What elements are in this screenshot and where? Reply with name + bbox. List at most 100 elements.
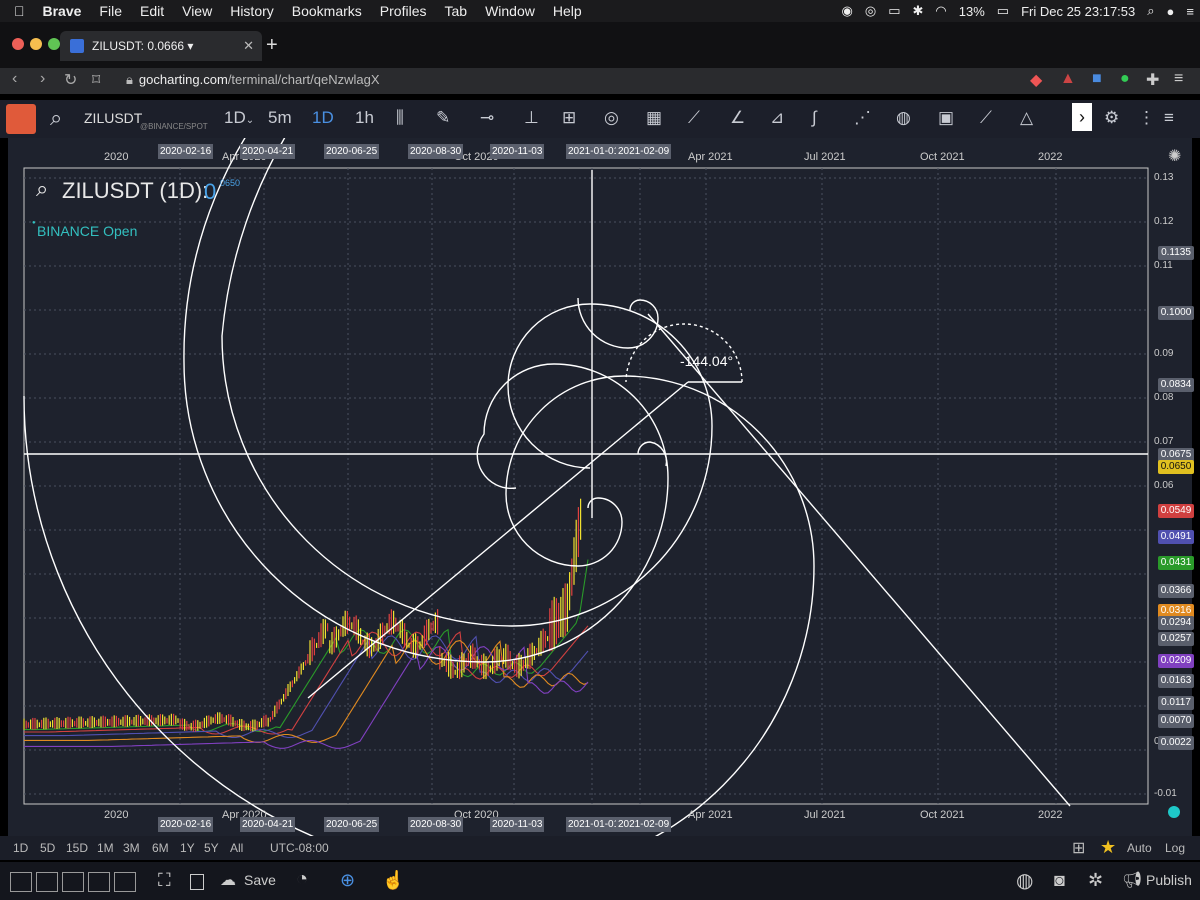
back-icon[interactable]: ‹ xyxy=(12,70,17,88)
interval-5m-button[interactable]: 5m xyxy=(268,108,292,128)
save-button[interactable]: Save xyxy=(244,872,276,888)
fullscreen-icon[interactable]: ⛶ xyxy=(158,870,171,891)
range-3m[interactable]: 3M xyxy=(123,841,140,855)
log-scale-toggle[interactable]: Log xyxy=(1165,841,1185,855)
user-icon[interactable]: ● xyxy=(1167,4,1175,19)
browser-menu-icon[interactable]: ≡ xyxy=(1174,70,1183,88)
megaphone-icon[interactable]: 📢︎ xyxy=(1122,870,1142,890)
price-chart[interactable] xyxy=(8,0,1192,877)
menu-edit[interactable]: Edit xyxy=(140,3,164,19)
menu-icon[interactable]: ≡ xyxy=(1164,108,1174,128)
pen-icon[interactable]: ✎ xyxy=(436,108,450,128)
range-1m[interactable]: 1M xyxy=(97,841,114,855)
layout-single-icon[interactable] xyxy=(10,872,32,892)
forward-icon[interactable]: › xyxy=(40,70,45,88)
extensions-puzzle-icon[interactable]: ✚ xyxy=(1146,70,1159,90)
menu-window[interactable]: Window xyxy=(485,3,535,19)
range-1d[interactable]: 1D xyxy=(13,841,28,855)
cloud-icon[interactable]: ☁ xyxy=(220,870,236,890)
range-all[interactable]: All xyxy=(230,841,243,855)
search-icon[interactable]: ⌕ xyxy=(1147,3,1154,19)
angle-icon[interactable]: ∠ xyxy=(730,108,745,128)
zoom-icon[interactable]: ⌕ xyxy=(36,176,48,202)
symbol-input[interactable]: ZILUSDT xyxy=(84,110,142,126)
ray-icon[interactable]: ⟋ xyxy=(980,108,992,128)
layout-split-icon[interactable] xyxy=(36,872,58,892)
grid-toggle-icon[interactable]: ⊞ xyxy=(1072,838,1085,858)
new-tab-icon[interactable]: + xyxy=(266,34,278,57)
add-panel-icon[interactable]: ⊕ xyxy=(340,870,355,891)
bookmark-icon[interactable]: ⌑ xyxy=(92,70,100,90)
brave-shield-icon[interactable]: ◆ xyxy=(1030,70,1042,90)
interval-1d-button[interactable]: 1D xyxy=(312,108,334,128)
clock[interactable]: Fri Dec 25 23:17:53 xyxy=(1021,4,1135,19)
menu-tab[interactable]: Tab xyxy=(444,3,467,19)
favorite-star-icon[interactable]: ★ xyxy=(1100,837,1116,858)
menu-app-name[interactable]: Brave xyxy=(43,3,82,19)
chart-settings-icon[interactable]: ✺ xyxy=(1168,146,1181,166)
fib-spiral-icon[interactable]: ◎ xyxy=(604,108,619,128)
extension-icon[interactable]: ● xyxy=(1120,70,1130,88)
layout-rows-icon[interactable] xyxy=(88,872,110,892)
publish-button[interactable]: Publish xyxy=(1146,872,1192,888)
menu-file[interactable]: File xyxy=(99,3,122,19)
range-6m[interactable]: 6M xyxy=(152,841,169,855)
menu-history[interactable]: History xyxy=(230,3,274,19)
image-icon[interactable]: ▣ xyxy=(938,108,954,128)
range-5d[interactable]: 5D xyxy=(40,841,55,855)
extension-icon[interactable]: ■ xyxy=(1092,70,1102,88)
battery-icon[interactable]: ▭ xyxy=(997,3,1009,19)
minimize-window-button[interactable] xyxy=(30,38,42,50)
close-window-button[interactable] xyxy=(12,38,24,50)
menu-bookmarks[interactable]: Bookmarks xyxy=(292,3,362,19)
layout-quad-icon[interactable] xyxy=(114,872,136,892)
interval-dropdown[interactable]: 1D⌄ xyxy=(224,108,254,128)
menu-profiles[interactable]: Profiles xyxy=(380,3,427,19)
support-icon[interactable]: ◍ xyxy=(1016,868,1033,893)
gann-fan-icon[interactable]: ⋰ xyxy=(854,108,871,128)
curve-icon[interactable]: ∫ xyxy=(812,108,817,128)
brave-rewards-icon[interactable]: ▲ xyxy=(1060,70,1076,88)
bluetooth-icon[interactable]: ✱ xyxy=(913,3,924,19)
more-vertical-icon[interactable]: ⋮ xyxy=(1138,108,1155,128)
address-bar[interactable]: 🔒︎ gocharting.com/terminal/chart/qeNzwlag… xyxy=(126,72,380,88)
status-icon[interactable]: ◎ xyxy=(865,3,876,19)
close-tab-icon[interactable]: ✕ xyxy=(243,38,254,54)
trend-line-icon[interactable]: ⟋ xyxy=(688,108,700,128)
triangle-icon[interactable]: △ xyxy=(1020,108,1033,128)
alert-icon[interactable]: ◔ xyxy=(296,868,308,891)
range-1y[interactable]: 1Y xyxy=(180,841,195,855)
discord-icon[interactable]: ◙ xyxy=(1054,870,1065,891)
fan-icon[interactable]: ⊿ xyxy=(770,108,784,128)
menu-view[interactable]: View xyxy=(182,3,212,19)
horizontal-line-icon[interactable]: ⊸ xyxy=(480,108,494,128)
pattern-icon[interactable]: ▦ xyxy=(646,108,662,128)
grid-icon[interactable]: ⊞ xyxy=(562,108,576,128)
hand-icon[interactable]: ☝ xyxy=(382,870,404,891)
fib-circle-icon[interactable]: ◍ xyxy=(896,108,911,128)
menu-help[interactable]: Help xyxy=(553,3,582,19)
vertical-line-icon[interactable]: ⊥ xyxy=(524,108,539,128)
zoom-window-button[interactable] xyxy=(48,38,60,50)
layout-triple-icon[interactable] xyxy=(62,872,84,892)
wifi-icon[interactable]: ◠ xyxy=(935,3,946,19)
snapshot-icon[interactable] xyxy=(190,874,204,890)
control-center-icon[interactable]: ≡ xyxy=(1186,4,1194,19)
candlestick-icon[interactable]: ⫼ xyxy=(396,108,404,128)
gear-icon[interactable]: ⚙ xyxy=(1104,108,1119,128)
browser-tab[interactable]: ZILUSDT: 0.0666 ▾ ✕ xyxy=(60,31,262,61)
avatar[interactable] xyxy=(6,104,36,134)
range-5y[interactable]: 5Y xyxy=(204,841,219,855)
auto-scale-toggle[interactable]: Auto xyxy=(1127,841,1152,855)
bug-icon[interactable]: ✲ xyxy=(1088,870,1103,891)
apple-icon[interactable]:  xyxy=(14,3,25,19)
screen-icon[interactable]: ▭ xyxy=(888,3,900,19)
reload-icon[interactable]: ↻ xyxy=(64,70,77,90)
chevron-right-icon[interactable]: › xyxy=(1072,103,1092,131)
interval-1h-button[interactable]: 1h xyxy=(355,108,374,128)
status-icon[interactable]: ◉ xyxy=(842,3,853,19)
timezone-selector[interactable]: UTC-08:00 xyxy=(270,841,329,855)
search-icon[interactable]: ⌕ xyxy=(50,105,62,131)
chart-panel[interactable]: ⌕ ZILUSDT (1D): 0 0650 ● BINANCE Open -1… xyxy=(8,0,1194,877)
range-15d[interactable]: 15D xyxy=(66,841,88,855)
